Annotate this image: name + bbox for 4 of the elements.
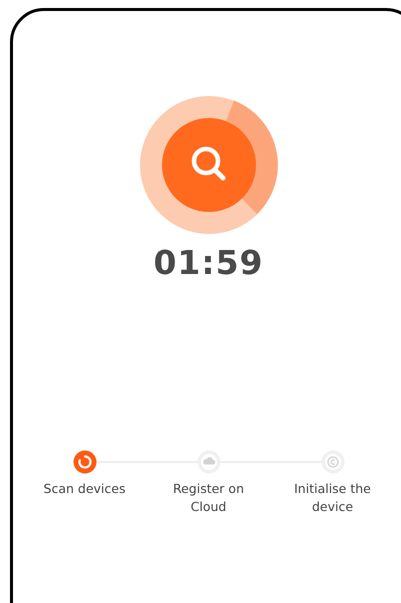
step-label: Initialise the device <box>293 480 372 516</box>
countdown-timer: 01:59 <box>153 243 264 282</box>
step-label: Register on Cloud <box>172 480 245 516</box>
step-label: Scan devices <box>42 480 126 498</box>
